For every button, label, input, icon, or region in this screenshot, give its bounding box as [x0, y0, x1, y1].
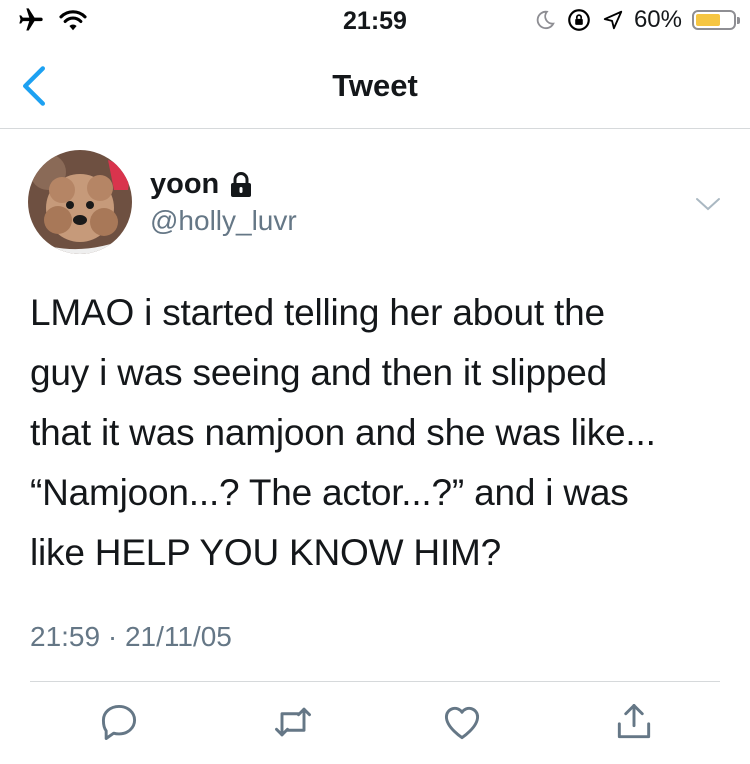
tweet-line: “Namjoon...? The actor...?” and i was [30, 472, 629, 513]
location-icon [603, 10, 623, 30]
author-handle[interactable]: @holly_luvr [150, 205, 297, 237]
page-title: Tweet [332, 68, 418, 103]
tweet-author: yoon @holly_luvr [28, 150, 728, 260]
tweet-line: like HELP YOU KNOW HIM? [30, 532, 502, 573]
tweet-line: that it was namjoon and she was like... [30, 412, 656, 453]
tweet-timestamp: 21:59 · 21/11/05 [30, 621, 232, 652]
orientation-lock-icon [568, 9, 590, 31]
avatar[interactable] [28, 150, 132, 254]
display-name[interactable]: yoon [150, 168, 253, 201]
tweet-text: LMAO i started telling her about the guy… [30, 283, 725, 583]
battery-fill [696, 14, 720, 26]
share-button[interactable] [612, 700, 656, 744]
battery-percent: 60% [633, 6, 682, 33]
battery-tip [737, 17, 740, 24]
status-right: 60% [534, 6, 740, 34]
tweet-line: LMAO i started telling her about the [30, 292, 605, 333]
like-icon [444, 706, 480, 740]
lock-icon [231, 171, 252, 197]
avatar-image [28, 150, 132, 254]
share-icon [617, 704, 651, 739]
tweet-line: guy i was seeing and then it slipped [30, 352, 607, 393]
divider [30, 681, 720, 682]
moon-icon [536, 10, 555, 30]
reply-button[interactable] [97, 700, 141, 744]
like-button[interactable] [440, 700, 484, 744]
battery-icon [692, 10, 740, 30]
display-name-text: yoon [150, 168, 220, 200]
retweet-button[interactable] [271, 700, 315, 744]
tweet-actions [0, 700, 750, 750]
chevron-down-icon[interactable] [694, 194, 722, 214]
nav-bar: Tweet [0, 44, 750, 129]
status-bar: 21:59 60% [0, 0, 750, 44]
reply-icon [101, 704, 137, 740]
retweet-icon [275, 707, 311, 737]
